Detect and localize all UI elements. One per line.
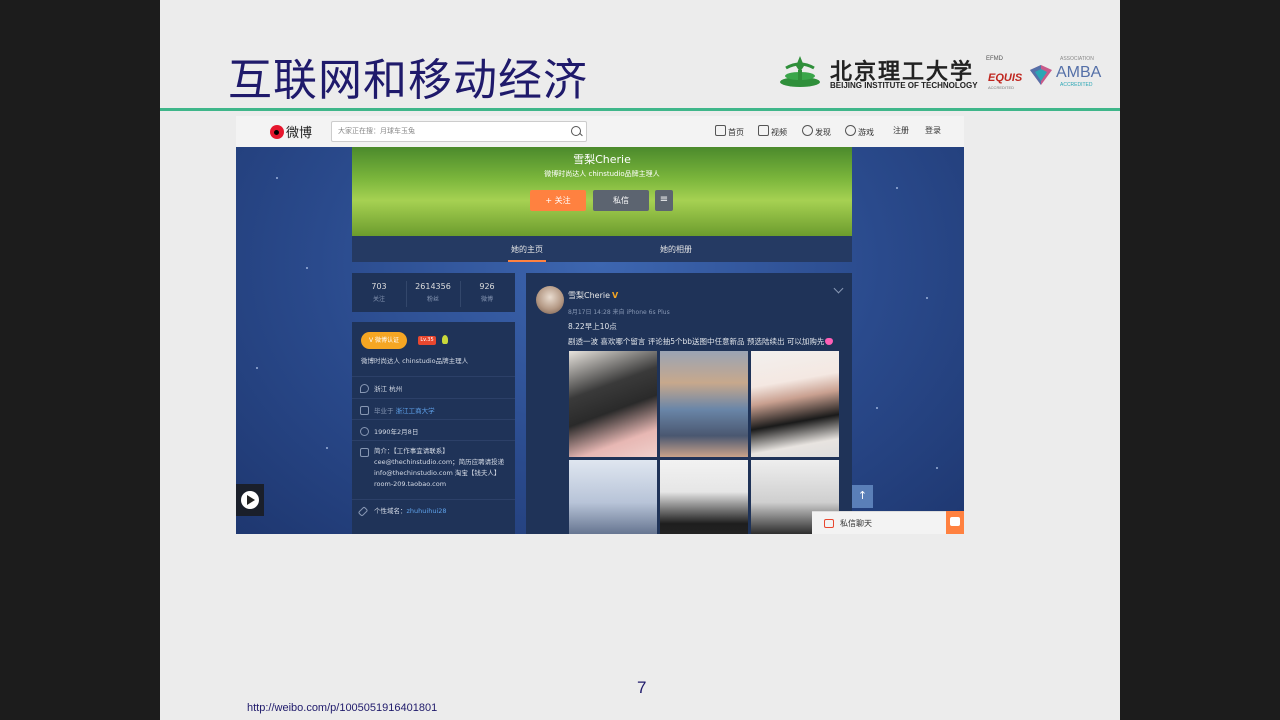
weibo-screenshot: 微博 大家正在搜：月球车玉兔 首页 视频 发现 游戏 注册 登录 雪梨Cheri… [236,116,964,534]
slide: 互联网和移动经济 北京理工大学 BEIJING INSTITUTE OF TEC… [160,0,1120,720]
chat-icon [824,519,834,528]
amba-association: ASSOCIATION [1060,56,1094,62]
post-card: 雪梨Cherie V 8月17日 14:28 来自 iPhone 6s Plus … [526,273,852,534]
chat-open-button[interactable] [946,511,964,534]
page-number: 7 [637,678,647,697]
post-photo-3[interactable] [751,351,839,457]
search-icon[interactable] [571,126,581,136]
profile-bio: 微博时尚达人 chinstudio品牌主理人 [544,170,660,178]
intro-icon [360,448,369,457]
nav-discover[interactable]: 发现 [802,125,831,138]
stat-followers[interactable]: 2614356 粉丝 [408,282,458,303]
tab-album[interactable]: 她的相册 [660,244,692,255]
domain-row: 个性域名：zhuhuihui28 [374,507,447,515]
compass-icon [802,125,813,136]
level-badge[interactable]: Lv.35 [418,336,436,345]
university-name-en: BEIJING INSTITUTE OF TECHNOLOGY [830,81,978,90]
weibo-eye-icon [270,125,284,139]
efmd-label: EFMD [986,56,1003,62]
amba-accredited: ACCREDITED [1060,82,1093,88]
follow-button[interactable]: + 关注 [530,190,586,211]
post-photo-4[interactable] [569,460,657,534]
post-photo-5[interactable] [660,460,748,534]
verified-v-icon: V [612,291,619,300]
verified-text: 微博时尚达人 chinstudio品牌主理人 [361,357,469,365]
post-photo-1[interactable] [569,351,657,457]
weibo-topbar: 微博 大家正在搜：月球车玉兔 首页 视频 发现 游戏 注册 登录 [236,116,964,147]
chat-label: 私信聊天 [840,519,872,528]
stat-following[interactable]: 703 关注 [354,282,404,303]
domain-link[interactable]: zhuhuihui28 [407,507,447,515]
profile-banner: 雪梨Cherie 微博时尚达人 chinstudio品牌主理人 + 关注 私信 … [352,147,852,236]
equis-logo: EQUIS [988,72,1023,84]
stat-posts[interactable]: 926 微博 [462,282,512,303]
equis-accredited: ACCREDITED [988,85,1015,90]
post-text-line1: 8.22早上10点 [568,322,617,331]
source-url[interactable]: http://weibo.com/p/1005051916401801 [247,702,437,714]
amba-logo: AMBA [1056,64,1102,81]
nav-home[interactable]: 首页 [715,125,744,138]
post-meta: 8月17日 14:28 来自 iPhone 6s Plus [568,309,670,316]
game-icon [845,125,856,136]
birthday-icon [360,427,369,436]
search-placeholder: 大家正在搜：月球车玉兔 [338,127,415,135]
heart-emoji-icon [825,338,834,345]
title-divider [160,108,1120,111]
home-icon [715,125,726,136]
info-panel: V 微博认证 Lv.35 微博时尚达人 chinstudio品牌主理人 浙江 杭… [352,322,515,534]
avatar[interactable] [536,286,564,314]
chevron-down-icon[interactable] [833,283,844,294]
link-icon [357,506,369,517]
slide-title: 互联网和移动经济 [228,55,588,106]
bulb-icon [442,335,448,344]
more-menu-button[interactable]: ≡ [655,190,673,211]
post-photo-2[interactable] [660,351,748,457]
logo-group: 北京理工大学 BEIJING INSTITUTE OF TECHNOLOGY E… [778,50,1108,96]
location-icon [360,384,369,393]
tab-home[interactable]: 她的主页 [511,244,543,255]
stats-panel: 703 关注 2614356 粉丝 926 微博 [352,273,515,312]
private-chat-bar[interactable]: 私信聊天 [812,511,946,534]
search-input[interactable]: 大家正在搜：月球车玉兔 [331,121,587,142]
nav-game[interactable]: 游戏 [845,125,874,138]
back-to-top-button[interactable]: ↑ [852,485,873,508]
nav-register[interactable]: 注册 [893,125,909,136]
weibo-logo[interactable]: 微博 [270,122,312,141]
school-icon [360,406,369,415]
school-link[interactable]: 浙江工商大学 [396,407,435,415]
nav-login[interactable]: 登录 [925,125,941,136]
birthday-text: 1990年2月8日 [374,428,419,436]
message-button[interactable]: 私信 [593,190,649,211]
profile-name: 雪梨Cherie [573,153,631,166]
video-icon [758,125,769,136]
intro-text: 简介：【工作事宜请联系】 cee@thechinstudio.com；简历应聘请… [374,447,505,488]
verified-badge[interactable]: V 微博认证 [361,332,407,349]
post-author[interactable]: 雪梨Cherie V [568,290,618,301]
profile-tabs: 她的主页 她的相册 [352,236,852,262]
school-row: 毕业于 浙江工商大学 [374,407,435,415]
nav-video[interactable]: 视频 [758,125,787,138]
post-text-line2: 剧透一波 喜欢哪个留言 评论抽5个bb送图中任意新品 预选陆续出 可以加购先 [568,336,834,347]
amba-mark-icon [1030,65,1052,85]
active-tab-indicator [508,260,546,262]
location-text: 浙江 杭州 [374,385,403,393]
university-emblem-icon [780,56,820,87]
play-button[interactable] [236,484,264,516]
